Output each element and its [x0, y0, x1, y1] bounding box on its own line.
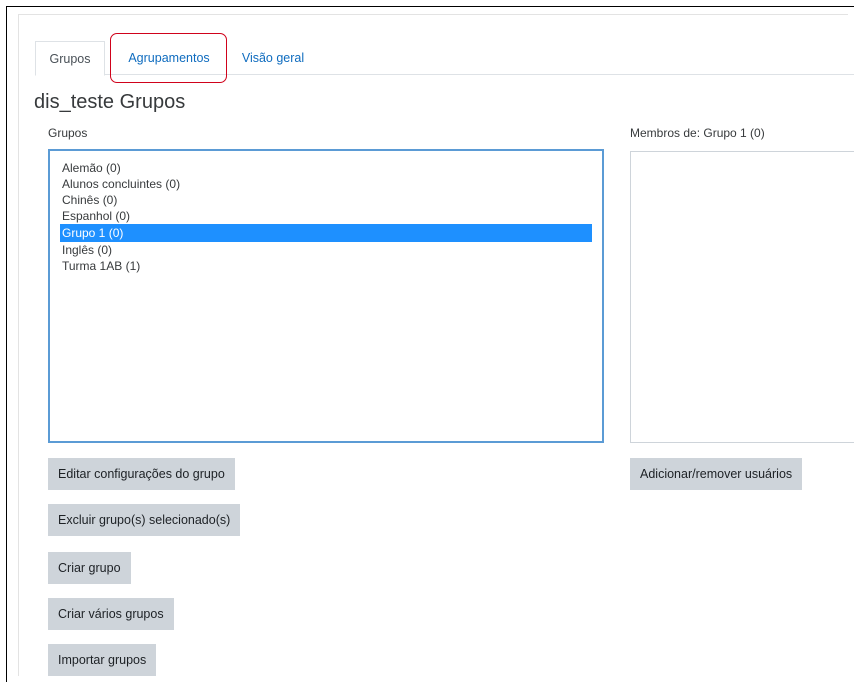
- create-many-groups-button[interactable]: Criar vários grupos: [48, 598, 174, 630]
- tab-bar: Grupos Agrupamentos Visão geral: [35, 41, 854, 76]
- import-groups-button[interactable]: Importar grupos: [48, 644, 157, 676]
- tab-groups[interactable]: Grupos: [35, 41, 105, 76]
- members-select[interactable]: [630, 151, 854, 443]
- group-option-alunos-concluintes[interactable]: Alunos concluintes (0): [60, 176, 592, 192]
- group-option-turma-1ab[interactable]: Turma 1AB (1): [60, 258, 592, 274]
- tab-overview[interactable]: Visão geral: [231, 41, 315, 75]
- members-label: Membros de: Grupo 1 (0): [630, 126, 765, 140]
- tab-groupings[interactable]: Agrupamentos: [109, 41, 229, 75]
- group-option-chines[interactable]: Chinês (0): [60, 192, 592, 208]
- group-option-alemao[interactable]: Alemão (0): [60, 160, 592, 176]
- delete-selected-groups-button[interactable]: Excluir grupo(s) selecionado(s): [48, 504, 241, 536]
- groups-select[interactable]: Alemão (0) Alunos concluintes (0) Chinês…: [48, 149, 604, 443]
- groups-label: Grupos: [48, 126, 88, 140]
- edit-group-settings-button[interactable]: Editar configurações do grupo: [48, 458, 235, 490]
- group-option-ingles[interactable]: Inglês (0): [60, 242, 592, 258]
- add-remove-users-button[interactable]: Adicionar/remover usuários: [630, 458, 803, 490]
- create-group-button[interactable]: Criar grupo: [48, 552, 131, 584]
- page-title: dis_teste Grupos: [34, 91, 186, 113]
- group-option-grupo-1[interactable]: Grupo 1 (0): [60, 224, 592, 242]
- group-option-espanhol[interactable]: Espanhol (0): [60, 208, 592, 224]
